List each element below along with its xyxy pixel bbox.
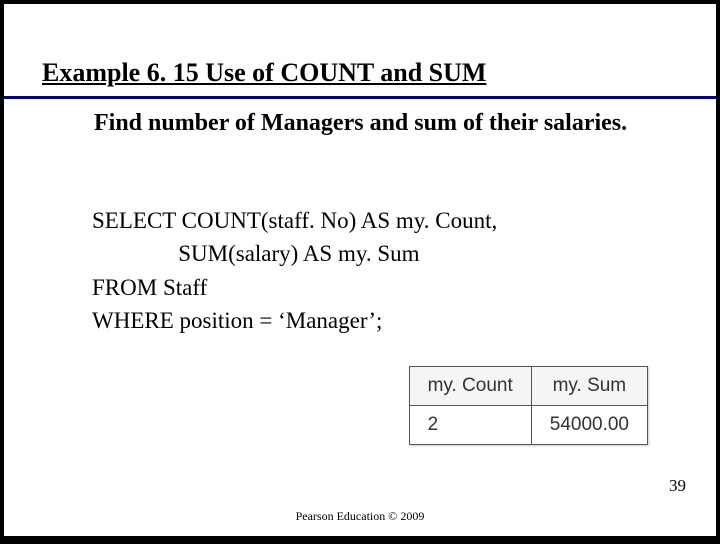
sql-line-4: WHERE position = ‘Manager’; [92, 308, 382, 333]
copyright: Pearson Education © 2009 [4, 509, 716, 524]
slide: Example 6. 15 Use of COUNT and SUM Find … [4, 4, 716, 536]
sql-block: SELECT COUNT(staff. No) AS my. Count, SU… [92, 204, 497, 337]
result-table: my. Count my. Sum 2 54000.00 [409, 366, 648, 445]
sql-line-2: SUM(salary) AS my. Sum [92, 241, 420, 266]
cell-count: 2 [409, 406, 531, 445]
page-number: 39 [669, 476, 686, 496]
col-header-sum: my. Sum [531, 367, 647, 406]
table-row: 2 54000.00 [409, 406, 647, 445]
col-header-count: my. Count [409, 367, 531, 406]
problem-text: Find number of Managers and sum of their… [94, 110, 627, 136]
cell-sum: 54000.00 [531, 406, 647, 445]
title-rule [4, 96, 716, 99]
problem-statement: Find number of Managers and sum of their… [72, 108, 636, 138]
table-header-row: my. Count my. Sum [409, 367, 647, 406]
sql-line-1: SELECT COUNT(staff. No) AS my. Count, [92, 208, 497, 233]
sql-line-3: FROM Staff [92, 275, 207, 300]
slide-title: Example 6. 15 Use of COUNT and SUM [42, 58, 486, 88]
